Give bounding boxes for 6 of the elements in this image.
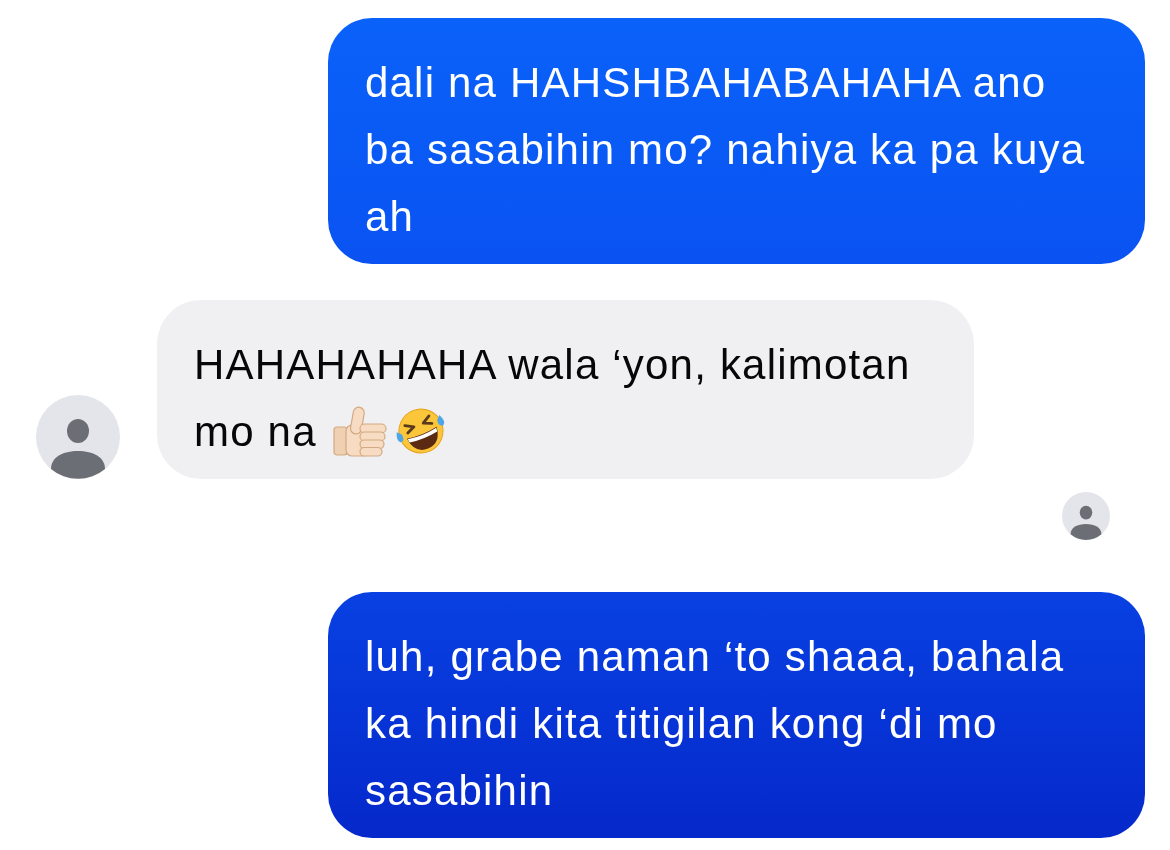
message-text: luh, grabe naman ‘to shaaa, bahala ka hindi kita titigilan kong ‘di mo sasabihin [365, 632, 1066, 816]
thumbs-up-emoji-icon [332, 405, 389, 457]
person-avatar-icon[interactable] [36, 395, 120, 479]
message-text: dali na HAHSHBAHABAHAHA ano ba sasabihin mo? nahiya ka pa kuya ah [365, 58, 1087, 242]
message-text: HAHAHAHAHA wala ‘yon, kalimotan mo na [194, 340, 912, 459]
seen-avatar-icon [1062, 492, 1110, 540]
